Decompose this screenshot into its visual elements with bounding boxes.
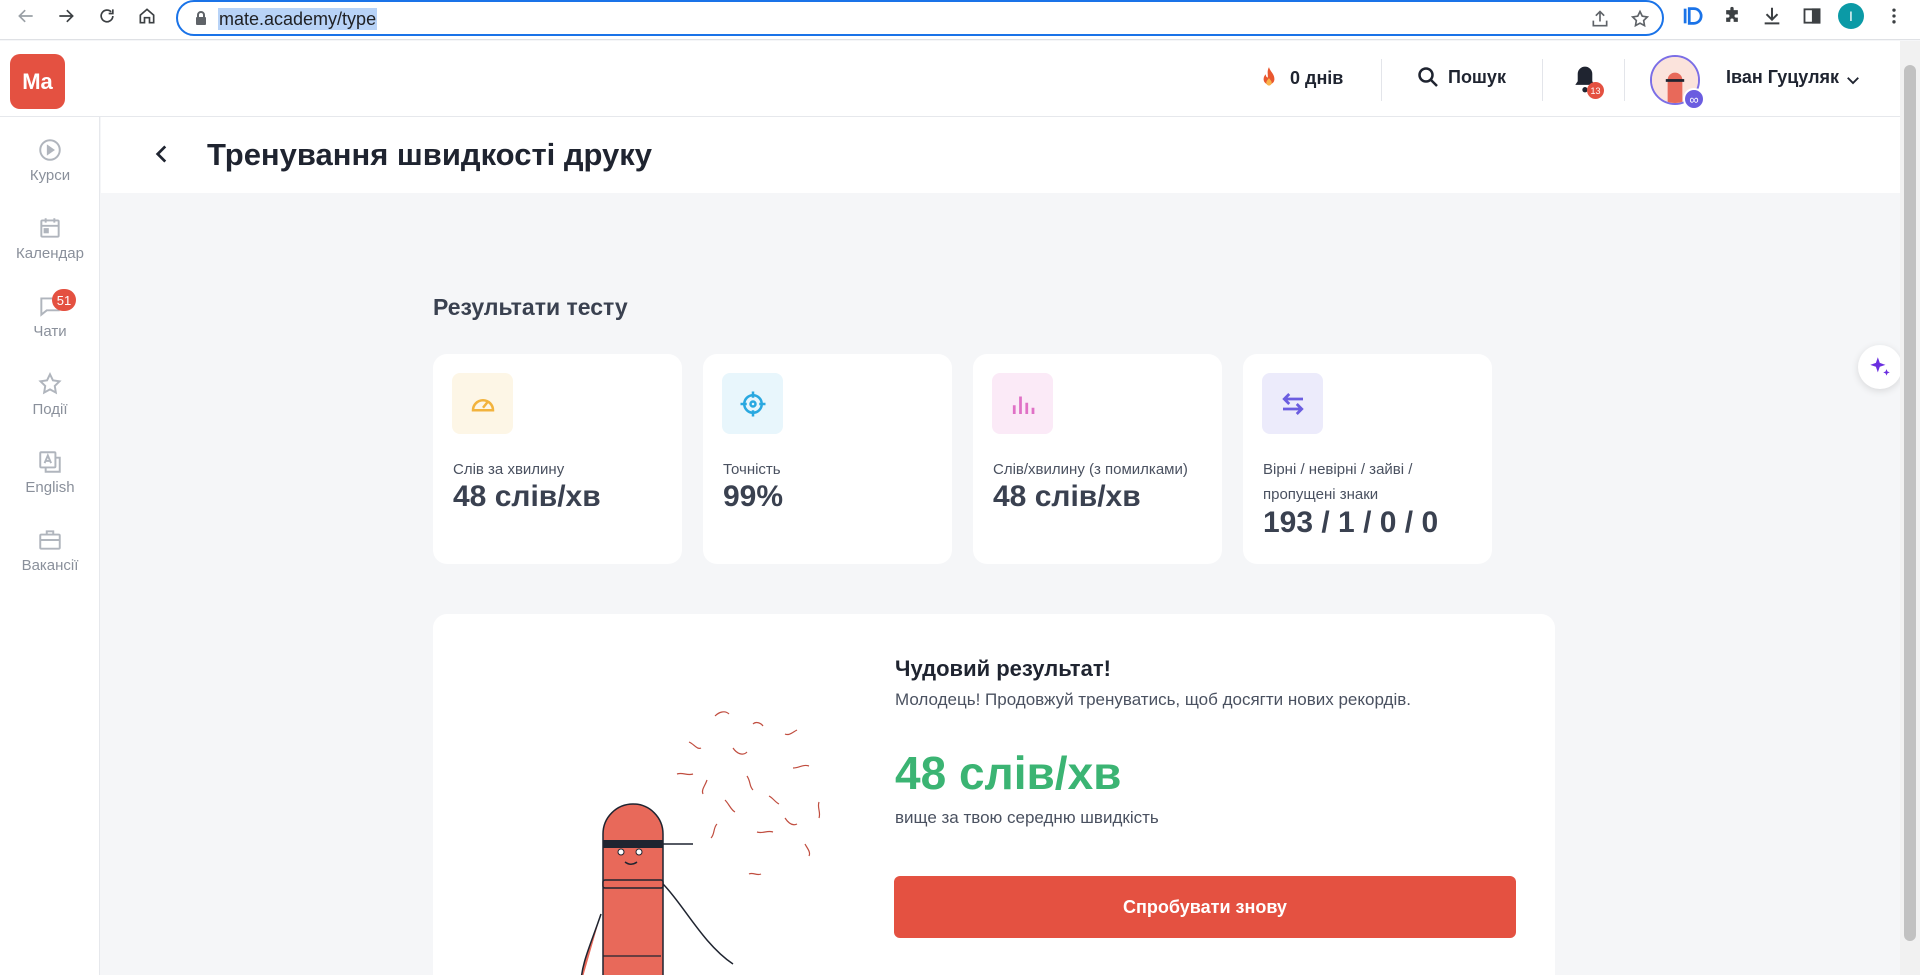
sidebar-item-courses[interactable]: Курси — [0, 137, 100, 184]
stat-card-characters: Вірні / невірні / зайві / пропущені знак… — [1243, 354, 1492, 564]
stat-card-wpm: Слів за хвилину 48 слів/хв — [433, 354, 682, 564]
streak-label: 0 днів — [1290, 67, 1344, 88]
browser-menu-icon[interactable] — [1880, 2, 1908, 30]
retry-button[interactable]: Спробувати знову — [894, 876, 1516, 938]
sidebar-item-label: Курси — [29, 167, 71, 184]
scroll-thumb[interactable] — [1904, 65, 1916, 941]
sidebar-item-chats[interactable]: 51 Чати — [0, 289, 100, 340]
flame-icon — [1263, 67, 1275, 86]
stat-value: 48 слів/хв — [993, 480, 1141, 513]
side-panel-icon[interactable] — [1798, 2, 1826, 30]
notification-badge: 13 — [1587, 82, 1604, 99]
user-name[interactable]: Іван Гуцуляк — [1726, 67, 1839, 88]
header-divider — [1381, 59, 1382, 101]
chat-count-badge: 51 — [52, 289, 76, 311]
page-scrollbar[interactable] — [1900, 41, 1920, 975]
lock-icon — [196, 11, 206, 25]
results-title: Результати тесту — [433, 294, 628, 320]
streak-counter[interactable]: 0 днів — [1256, 65, 1343, 91]
chevron-down-icon[interactable] — [1844, 71, 1862, 89]
sidebar-item-label: English — [25, 479, 75, 496]
forward-arrow-icon[interactable] — [52, 2, 80, 30]
sidebar-item-events[interactable]: Події — [0, 371, 100, 418]
sidebar-item-label: Події — [32, 401, 68, 418]
search-button[interactable]: Пошук — [1416, 65, 1506, 89]
stat-value: 99% — [723, 480, 784, 513]
stat-label: Точність — [723, 461, 781, 478]
puzzle-icon[interactable] — [1718, 2, 1746, 30]
bar-chart-icon — [992, 373, 1053, 434]
search-label: Пошук — [1448, 66, 1506, 87]
back-chevron-icon[interactable] — [149, 141, 175, 167]
briefcase-icon — [39, 530, 61, 550]
ai-assistant-button[interactable] — [1858, 345, 1902, 389]
crosshair-icon — [722, 373, 783, 434]
sidebar-item-vacancies[interactable]: Вакансії — [0, 527, 100, 574]
sidebar-item-label: Вакансії — [21, 557, 79, 574]
translate-icon — [39, 451, 61, 473]
sidebar-item-label: Календар — [16, 245, 84, 262]
speedometer-icon — [452, 373, 513, 434]
header-divider — [1542, 59, 1543, 101]
result-note: вище за твою середню швидкість — [895, 808, 1159, 827]
stat-value: 193 / 1 / 0 / 0 — [1263, 506, 1439, 539]
celebration-illustration — [580, 711, 821, 975]
stat-label: Вірні / невірні / зайві / пропущені знак… — [1263, 461, 1413, 503]
result-wpm: 48 слів/хв — [895, 747, 1122, 799]
app-header: Ma 0 днів Пошук 13 ∞ Іван Гуцуляк — [0, 41, 1900, 117]
mate-logo[interactable]: Ma — [10, 54, 65, 109]
stat-card-wpm-errors: Слів/хвилину (з помилками) 48 слів/хв — [973, 354, 1222, 564]
address-bar[interactable]: mate.academy/type — [176, 0, 1664, 36]
sparkle-icon — [1870, 357, 1890, 376]
extension-id-icon[interactable] — [1678, 2, 1706, 30]
header-divider — [1624, 59, 1625, 101]
infinity-badge-icon: ∞ — [1683, 88, 1705, 110]
stat-value: 48 слів/хв — [453, 480, 601, 513]
result-summary-card: Чудовий результат! Молодець! Продовжуй т… — [433, 614, 1555, 975]
home-icon[interactable] — [133, 2, 161, 30]
back-arrow-icon[interactable] — [12, 2, 40, 30]
sidebar: Курси Календар 51 Чати Події English Вак… — [0, 117, 100, 975]
swap-arrows-icon — [1262, 373, 1323, 434]
url-text: mate.academy/type — [218, 8, 378, 30]
profile-button[interactable]: I — [1837, 2, 1865, 30]
page-title: Тренування швидкості друку — [207, 137, 653, 172]
share-icon[interactable] — [1588, 7, 1612, 31]
sidebar-item-label: Чати — [33, 323, 67, 340]
star-icon — [38, 372, 62, 395]
sidebar-item-calendar[interactable]: Календар — [0, 215, 100, 262]
result-heading: Чудовий результат! — [895, 656, 1111, 681]
browser-toolbar: mate.academy/type I — [0, 0, 1920, 40]
play-circle-icon — [39, 139, 61, 161]
stat-label: Слів/хвилину (з помилками) — [993, 461, 1188, 478]
sidebar-item-english[interactable]: English — [0, 449, 100, 496]
stat-label: Слів за хвилину — [453, 461, 565, 478]
download-icon[interactable] — [1758, 2, 1786, 30]
calendar-icon — [40, 218, 60, 238]
page-title-bar: Тренування швидкості друку — [101, 117, 1900, 193]
reload-icon[interactable] — [93, 2, 121, 30]
stat-card-accuracy: Точність 99% — [703, 354, 952, 564]
bookmark-star-icon[interactable] — [1628, 7, 1652, 31]
result-subtitle: Молодець! Продовжуй тренуватись, щоб дос… — [895, 690, 1411, 709]
search-icon — [1418, 67, 1438, 87]
